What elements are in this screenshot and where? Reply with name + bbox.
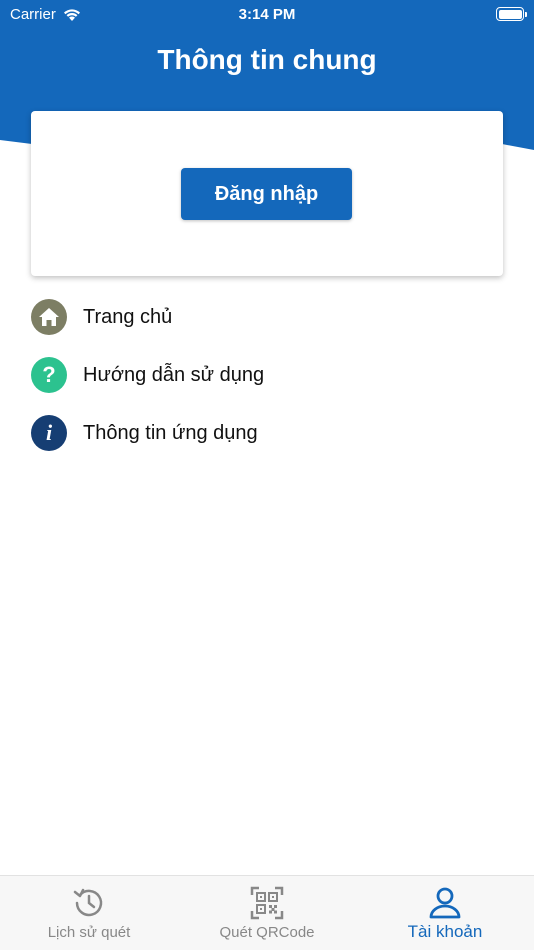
login-button[interactable]: Đăng nhập (181, 168, 352, 220)
menu-item-app-info[interactable]: i Thông tin ứng dụng (31, 415, 503, 451)
qr-code-icon (250, 886, 284, 920)
tab-scan-qr[interactable]: Quét QRCode (178, 876, 356, 950)
help-glyph: ? (42, 362, 56, 387)
account-icon (428, 886, 462, 920)
history-icon (72, 886, 106, 920)
status-bar: Carrier 3:14 PM (0, 0, 534, 30)
login-card: Đăng nhập (31, 111, 503, 276)
menu-item-label: Hướng dẫn sử dụng (83, 363, 265, 386)
page-title: Thông tin chung (157, 44, 377, 75)
menu-item-label: Thông tin ứng dụng (83, 421, 258, 444)
info-icon: i (31, 415, 67, 451)
menu-list: Trang chủ ? Hướng dẫn sử dụng i Thông ti… (31, 299, 503, 473)
battery-icon (496, 7, 527, 21)
help-icon: ? (31, 357, 67, 393)
tab-account[interactable]: Tài khoản (356, 876, 534, 950)
tab-history[interactable]: Lịch sử quét (0, 876, 178, 950)
menu-item-home[interactable]: Trang chủ (31, 299, 503, 335)
menu-item-label: Trang chủ (83, 305, 173, 328)
status-time: 3:14 PM (238, 6, 296, 23)
tab-bar: Lịch sử quét Quét QRCode Tài khoản (0, 875, 534, 950)
menu-item-guide[interactable]: ? Hướng dẫn sử dụng (31, 357, 503, 393)
home-icon (31, 299, 67, 335)
tab-label: Tài khoản (407, 922, 483, 941)
tab-label: Lịch sử quét (47, 924, 131, 941)
tab-label: Quét QRCode (219, 924, 315, 941)
info-glyph: i (45, 420, 53, 445)
